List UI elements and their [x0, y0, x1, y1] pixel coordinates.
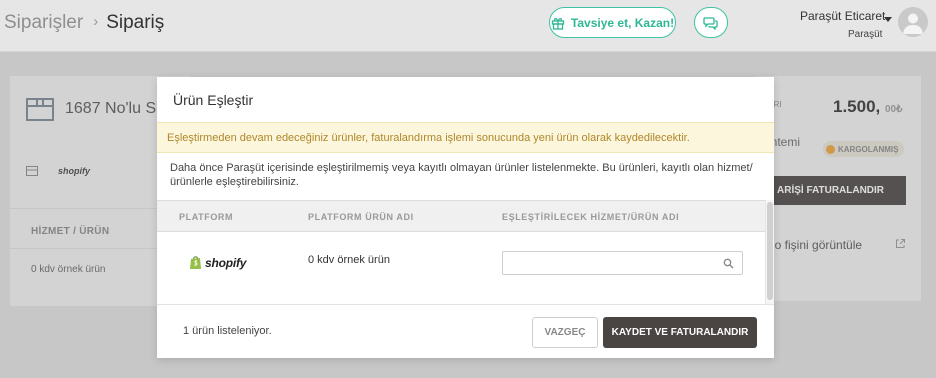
top-bar: Siparişler › Sipariş Tavsiye et, Kazan! Pa…	[0, 0, 936, 52]
column-platform: PLATFORM	[179, 212, 234, 222]
product-match-input[interactable]	[503, 252, 718, 274]
match-products-modal: Ürün Eşleştir Eşleştirmeden devam edeceğ…	[157, 77, 774, 358]
user-name: Paraşüt	[848, 29, 883, 40]
platform-name: shopify	[205, 255, 247, 270]
column-match-product: EŞLEŞTİRİLECEK HİZMET/ÜRÜN ADI	[502, 212, 680, 222]
avatar[interactable]	[898, 7, 928, 37]
column-platform-product-name: PLATFORM ÜRÜN ADI	[308, 212, 414, 222]
breadcrumb: Siparişler › Sipariş	[4, 12, 164, 34]
divider	[157, 304, 774, 305]
warning-text: Eşleştirmeden devam edeceğiniz ürünler, …	[167, 131, 690, 144]
user-icon	[903, 13, 923, 34]
modal-title: Ürün Eşleştir	[173, 92, 254, 108]
warning-banner: Eşleştirmeden devam edeceğiniz ürünler, …	[157, 122, 774, 153]
product-match-search[interactable]	[502, 251, 743, 275]
platform-product-name: 0 kdv örnek ürün	[308, 254, 390, 266]
chat-bubbles-icon	[703, 16, 718, 30]
cancel-button[interactable]: VAZGEÇ	[532, 317, 598, 348]
search-icon[interactable]	[723, 258, 734, 269]
chevron-down-icon[interactable]	[884, 17, 892, 22]
breadcrumb-parent-link[interactable]: Siparişler	[4, 12, 83, 33]
item-count: 1 ürün listeleniyor.	[183, 325, 272, 337]
page-title: Sipariş	[106, 12, 165, 33]
save-and-invoice-button[interactable]: KAYDET VE FATURALANDIR	[603, 317, 757, 348]
shopify-bag-icon	[190, 256, 201, 269]
refer-earn-label: Tavsiye et, Kazan!	[570, 15, 675, 30]
platform-logo: shopify	[189, 255, 246, 270]
info-text: Daha önce Paraşüt içerisinde eşleştirilm…	[170, 162, 753, 188]
table-header: PLATFORM PLATFORM ÜRÜN ADI EŞLEŞTİRİLECE…	[157, 200, 765, 232]
scrollbar[interactable]	[765, 200, 774, 304]
company-name[interactable]: Paraşüt Eticaret	[800, 9, 885, 23]
gift-icon	[551, 17, 565, 30]
refer-earn-button[interactable]: Tavsiye et, Kazan!	[549, 7, 676, 38]
chat-button[interactable]	[694, 7, 728, 38]
scrollbar-thumb[interactable]	[767, 202, 773, 300]
breadcrumb-separator-icon: ›	[93, 13, 99, 30]
